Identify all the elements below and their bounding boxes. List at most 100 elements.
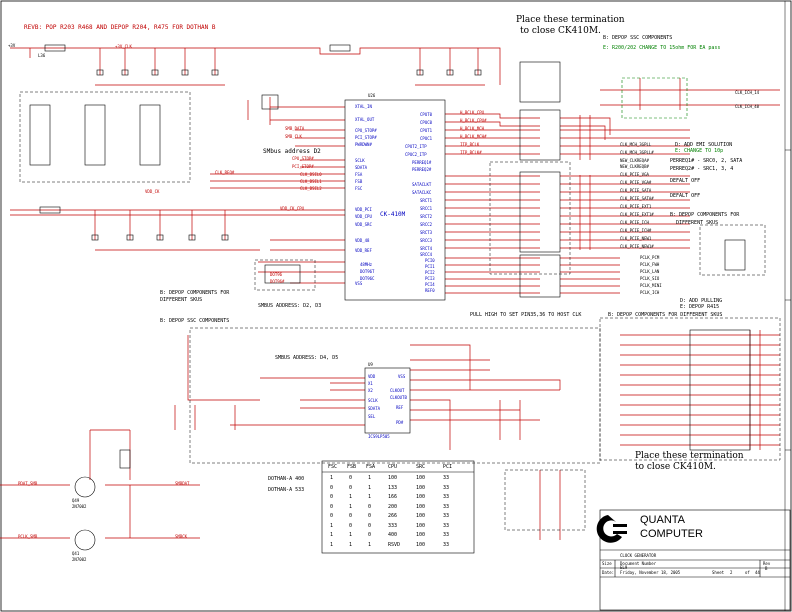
chip-pin-srct1: SRCT1 — [420, 198, 433, 203]
chip-pin-vdd-pci: VDD_PCI — [355, 207, 372, 212]
ssc-pin-x1: X1 — [368, 381, 373, 386]
fsb-table-cell: 1 — [330, 522, 334, 529]
fsb-table-cell: 400 — [388, 532, 398, 538]
fsb-table-cell: 0 — [349, 484, 353, 491]
net-pci-stop: PCI_STOP# — [292, 164, 314, 169]
fsb-table-cell: 100 — [388, 475, 398, 481]
chip-pin-sataclkc: SATACLKC — [412, 190, 432, 195]
chip-pin-sdata: SDATA — [355, 165, 368, 170]
chip-pin-sataclkt: SATACLKT — [412, 182, 432, 187]
chip-pin-dot96t: DOT96T — [360, 269, 375, 274]
net-clk-pcie-ichn: CLK_PCIE_ICH# — [620, 228, 652, 233]
chip-pin-sclk: SCLK — [355, 158, 365, 163]
depop-diff-note-3: B: DEPOP COMPONENTS FOR DIFFERENT SKUS — [608, 312, 723, 318]
fsb-table-cell: 100 — [416, 475, 426, 481]
fsb-table-cell: 33 — [443, 532, 450, 538]
company-name: QUANTA — [640, 514, 686, 526]
chip-pin-cpuc2-itp: CPUC2_ITP — [405, 152, 427, 157]
depop-diff-note-2: B: DEPOP COMPONENTS FOR — [160, 290, 230, 296]
sheet-value: 2 — [730, 570, 733, 575]
fsb-table-cell: 0 — [330, 494, 334, 500]
net-clk-pcie-ext1: CLK_PCIE_EXT1 — [620, 204, 652, 209]
fsb-table-cell: 1 — [349, 541, 353, 548]
net-smb-clk: SMB_CLK — [285, 134, 302, 139]
chip-pin-cpu-stop: CPU_STOP# — [355, 128, 377, 133]
ssc-chip-name: ICS9LP505 — [368, 434, 390, 439]
fsb-table-cell: 1 — [349, 532, 353, 538]
net-new-clkreqb: NEW_CLKREQB# — [620, 164, 649, 169]
net-pclk-mini: PCLK_MINI — [640, 283, 662, 288]
net-clk-pcie-sata: CLK_PCIE_SATA — [620, 188, 652, 193]
fsb-table-cell: 33 — [443, 503, 450, 510]
change-15-note: E: R200/202 CHANGE TO 15ohm FOR EA pass — [603, 45, 721, 51]
transistor-q49-ref: Q49 — [72, 498, 80, 503]
net-cpu-stop: CPU_STOP# — [292, 156, 314, 161]
net-clk-bsel0: CLK_BSEL0 — [300, 172, 322, 177]
net-dot96: DOT96 — [270, 272, 283, 277]
fsb-table-cell: 100 — [416, 494, 426, 500]
chip-pin-pci3: PCI3 — [425, 276, 435, 281]
sheet-title: CLOCK GENERATOR — [620, 553, 657, 558]
net-clk-req: CLK_REQ# — [215, 170, 235, 175]
fsb-header-fsa: FSA — [366, 464, 376, 470]
fsb-table-cell: 100 — [416, 522, 426, 529]
net-clk-bsel1: CLK_BSEL1 — [300, 179, 322, 184]
chip-pin-vss: VSS — [355, 281, 363, 286]
chip-pin-srcc4: SRCC4 — [420, 252, 433, 257]
net-itp-bclkn: ITP_BCLK# — [460, 150, 482, 155]
net-pclk-lan: PCLK_LAN — [640, 269, 660, 274]
fsb-table-cell: 1 — [368, 484, 372, 491]
net-clk-bsel2: CLK_BSEL2 — [300, 186, 322, 191]
fsb-header-fsc: FSC — [328, 464, 338, 470]
fsb-header-pci: PCI — [443, 464, 453, 470]
net-h-bclk-mch: H_BCLK_MCH — [460, 126, 485, 131]
fsb-table-cell: 100 — [416, 513, 426, 519]
size-label: Size — [602, 561, 612, 566]
net-clk-mch-3gpll: CLK_MCH_3GPLL — [620, 142, 652, 147]
placement-note-bottom: Place these termination — [635, 451, 744, 461]
fsb-table-cell: 33 — [443, 484, 450, 491]
chip-pin-vdd-cpu: VDD_CPU — [355, 214, 372, 219]
ssc-chip-ref: U9 — [368, 362, 373, 367]
net-pdat-smb: PDAT_SMB — [18, 481, 38, 486]
net-pclk-sio: PCLK_SIO — [640, 276, 660, 281]
fsb-table-cell: 266 — [388, 513, 398, 519]
fsb-table-cell: 133 — [388, 484, 398, 491]
chip-pin-xtal-in: XTAL_IN — [355, 104, 372, 109]
fsb-table-cell: 0 — [368, 522, 372, 529]
fsb-table-cell: 0 — [368, 532, 372, 538]
chip-pin-ref0: REF0 — [425, 288, 435, 293]
chip-pin-pci4: PCI4 — [425, 282, 435, 287]
dothan-400-label: DOTHAN-A 400 — [268, 476, 305, 482]
depop-diff-note-1b: DIFFERENT SKUS — [676, 220, 719, 226]
chip-pin-srct2: SRCT2 — [420, 214, 433, 219]
chip-pin-vdd-ref: VDD_REF — [355, 248, 372, 253]
date-label: Date: — [602, 570, 615, 575]
net-pclk-fwh: PCLK_FWH — [640, 262, 660, 267]
fsb-table-cell: 100 — [416, 541, 426, 548]
quanta-logo-icon — [596, 515, 627, 543]
fsb-table-cell: 0 — [349, 513, 353, 519]
placement-note-top-2: to close CK410M. — [520, 26, 601, 36]
of-label: of — [745, 570, 750, 575]
dothan-533-label: DOTHAN-A 533 — [268, 487, 305, 493]
chip-pin-srct4: SRCT4 — [420, 246, 433, 251]
ssc-pin-sclk: SCLK — [368, 398, 378, 403]
chip-pin-vdd-48: VDD_48 — [355, 238, 370, 243]
fsb-table-cell: 1 — [349, 494, 353, 500]
chip-name: CK-410M — [380, 211, 406, 218]
fsb-table-cell: 33 — [443, 475, 450, 481]
chip-pin-pci-stop: PCI_STOP# — [355, 135, 377, 140]
net-clk-pcie-vga: CLK_PCIE_VGA — [620, 172, 649, 177]
transistor-q49-part: 2N7002 — [72, 504, 87, 509]
chip-pin-48mhz: 48MHz — [360, 262, 373, 267]
rev-value: B — [765, 566, 768, 571]
chip-pin-cput1: CPUT1 — [420, 128, 433, 133]
ssc-pin-pd: PD# — [396, 420, 404, 425]
perreq1-note: PERREQ1# - SRC0, 2, SATA — [670, 158, 743, 164]
ssc-pin-sel: SEL — [368, 414, 376, 419]
net-clk-pcie-ich: CLK_PCIE_ICH — [620, 220, 649, 225]
perreq2-note: PERREQ2# - SRC1, 3, 4 — [670, 166, 734, 172]
fsb-table-cell: 1 — [330, 475, 334, 481]
company-name-2: COMPUTER — [640, 528, 703, 540]
